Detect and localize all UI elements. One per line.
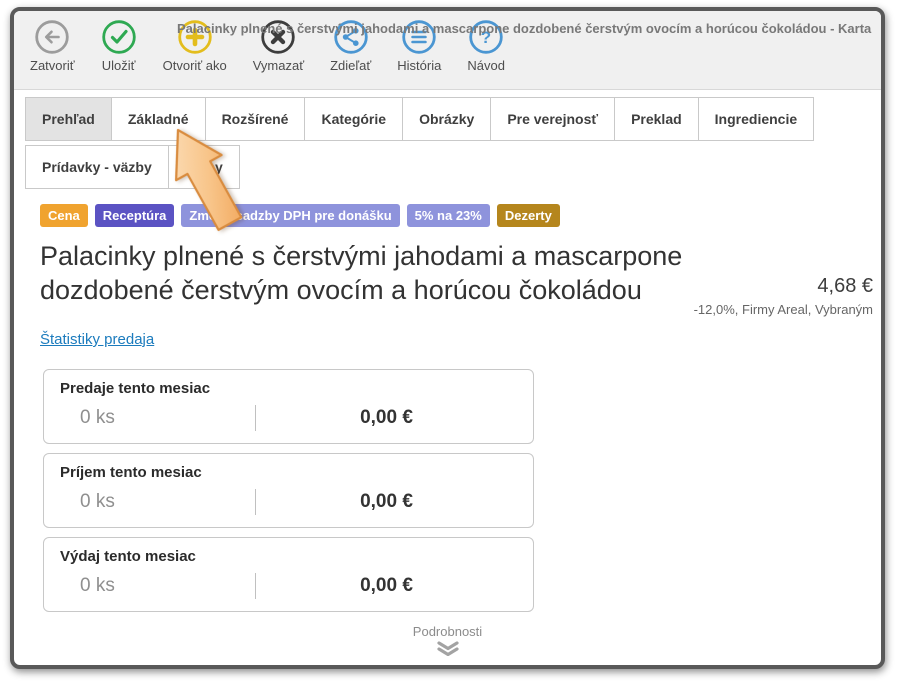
check-icon [101,19,137,55]
toolbar-button-check[interactable]: Uložiť [101,19,137,73]
tab-obr-zky[interactable]: Obrázky [402,97,491,141]
tag-badge: Zmenu sadzby DPH pre donášku [181,204,399,227]
stat-card-title: Príjem tento mesiac [60,464,517,481]
stat-card: Predaje tento mesiac 0 ks 0,00 € [43,369,534,444]
stat-card-quantity: 0 ks [60,407,255,429]
double-chevron-down-icon [436,641,460,656]
tabs-row-2: Prídavky - väzby vby [25,145,881,189]
tag-badge: 5% na 23% [407,204,490,227]
product-tags: Cena Receptúra Zmenu sadzby DPH pre doná… [40,204,881,227]
product-header: Palacinky plnené s čerstvými jahodami a … [40,239,873,321]
product-price: 4,68 € [817,275,873,298]
tab-pr-davky-v-zby[interactable]: Prídavky - väzby [25,145,169,189]
tab-kateg-rie[interactable]: Kategórie [304,97,403,141]
toolbar-button-label: Uložiť [102,58,136,73]
stat-card: Výdaj tento mesiac 0 ks 0,00 € [43,537,534,612]
toolbar-button-back[interactable]: Zatvoriť [30,19,75,73]
tab-ingrediencie[interactable]: Ingrediencie [698,97,814,141]
tab-vby[interactable]: vby [168,145,240,189]
back-icon [34,19,70,55]
toolbar: Palacinky plnené s čerstvými jahodami a … [14,11,881,90]
tab-preklad[interactable]: Preklad [614,97,699,141]
toolbar-button-label: História [397,58,441,73]
sales-statistics-link[interactable]: Štatistiky predaja [40,331,154,348]
product-price-note: -12,0%, Firmy Areal, Vybraným [694,302,873,317]
stat-card-amount: 0,00 € [256,407,517,429]
stat-card-amount: 0,00 € [256,575,517,597]
details-label: Podrobnosti [413,624,482,639]
toolbar-button-label: Zdieľať [330,58,371,73]
stat-card: Príjem tento mesiac 0 ks 0,00 € [43,453,534,528]
toolbar-button-label: Zatvoriť [30,58,75,73]
tab-z-kladn-[interactable]: Základné [111,97,206,141]
stat-card-title: Výdaj tento mesiac [60,548,517,565]
tabs-row-1: Prehľad Základné Rozšírené Kategórie Obr… [25,97,881,141]
toolbar-button-label: Návod [467,58,505,73]
toolbar-button-label: Otvoriť ako [163,58,227,73]
toolbar-button-label: Vymazať [253,58,304,73]
stat-card-quantity: 0 ks [60,575,255,597]
tab-preh-ad[interactable]: Prehľad [25,97,112,141]
tab-pre-verejnos-[interactable]: Pre verejnosť [490,97,615,141]
tag-badge: Dezerty [497,204,560,227]
stat-card-amount: 0,00 € [256,491,517,513]
tag-badge: Cena [40,204,88,227]
tab-roz-ren-[interactable]: Rozšírené [205,97,306,141]
window-title: Palacinky plnené s čerstvými jahodami a … [177,21,877,36]
product-title: Palacinky plnené s čerstvými jahodami a … [40,239,790,307]
stat-card-quantity: 0 ks [60,491,255,513]
details-toggle[interactable]: Podrobnosti [388,624,508,656]
tag-badge: Receptúra [95,204,175,227]
card-window: Palacinky plnené s čerstvými jahodami a … [10,7,885,669]
stat-card-title: Predaje tento mesiac [60,380,517,397]
stats-cards: Predaje tento mesiac 0 ks 0,00 € Príjem … [43,369,534,612]
